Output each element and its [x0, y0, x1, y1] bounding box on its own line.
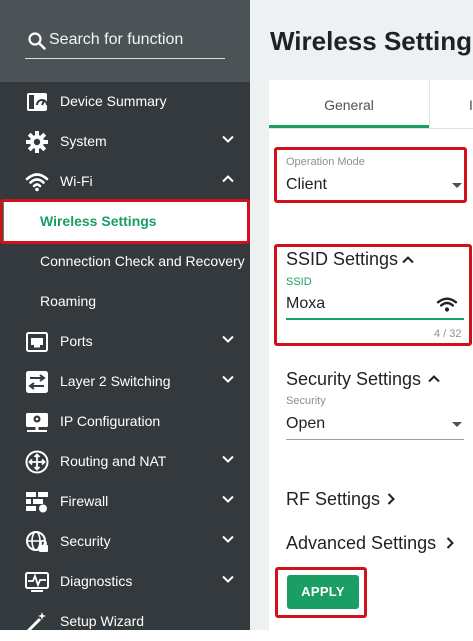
sidebar-item-system[interactable]: System	[0, 121, 250, 161]
sidebar-item-device-summary[interactable]: Device Summary	[0, 81, 250, 121]
main-panel: Wireless Settings General I Operation Mo…	[250, 0, 473, 630]
chevron-up-icon[interactable]	[428, 375, 440, 383]
sidebar-item-label: Wi-Fi	[60, 173, 93, 189]
sidebar-item-label: Layer 2 Switching	[60, 373, 171, 389]
dashboard-icon	[27, 93, 48, 111]
tab-bar: General I	[269, 80, 473, 129]
chevron-down-icon	[222, 575, 234, 583]
chevron-down-icon	[222, 535, 234, 543]
tab-next[interactable]: I	[469, 97, 473, 113]
sidebar-item-label: Routing and NAT	[60, 453, 167, 469]
chevron-down-icon	[222, 135, 234, 143]
highlight-box	[0, 199, 250, 244]
rf-settings-link[interactable]: RF Settings	[286, 489, 380, 510]
sidebar-item-security[interactable]: Security	[0, 521, 250, 561]
sidebar-item-routing-nat[interactable]: Routing and NAT	[0, 441, 250, 481]
switching-icon	[26, 371, 48, 393]
chevron-right-icon[interactable]	[387, 493, 395, 505]
sidebar-item-connection-check[interactable]: Connection Check and Recovery	[0, 241, 250, 281]
sidebar-item-label: IP Configuration	[60, 413, 161, 429]
sidebar-item-label: Firewall	[60, 493, 109, 509]
firewall-icon	[26, 492, 48, 513]
sidebar-item-label: Device Summary	[60, 93, 167, 109]
field-underline	[286, 439, 464, 440]
sidebar-header: Search for function	[0, 0, 250, 82]
sidebar-item-ports[interactable]: Ports	[0, 321, 250, 361]
highlight-box	[274, 244, 472, 346]
security-settings-heading[interactable]: Security Settings	[286, 369, 421, 390]
router-icon	[25, 450, 49, 474]
highlight-box	[274, 147, 467, 203]
wifi-icon	[25, 173, 49, 192]
highlight-box	[275, 567, 367, 618]
tab-general[interactable]: General	[269, 80, 429, 128]
tab-divider	[429, 80, 430, 128]
dropdown-arrow-icon	[452, 422, 462, 427]
diagnostics-icon	[25, 572, 49, 592]
security-label: Security	[286, 395, 326, 407]
chevron-down-icon	[222, 375, 234, 383]
page-title: Wireless Settings	[270, 26, 473, 56]
chevron-right-icon[interactable]	[446, 537, 454, 549]
wizard-icon	[26, 612, 46, 633]
search-input[interactable]: Search for function	[49, 31, 183, 49]
globe-lock-icon	[26, 531, 48, 552]
sidebar-item-label: System	[60, 133, 107, 149]
sidebar-item-label: Security	[60, 533, 111, 549]
sidebar-item-roaming[interactable]: Roaming	[0, 281, 250, 321]
sidebar-item-label: Roaming	[40, 293, 97, 309]
sidebar-item-label: Setup Wizard	[60, 613, 145, 629]
sidebar-item-label: Diagnostics	[60, 573, 133, 589]
sidebar-item-wifi[interactable]: Wi-Fi	[0, 161, 250, 201]
tab-active-indicator	[269, 125, 429, 128]
sidebar-item-label: Ports	[60, 333, 93, 349]
search-icon	[28, 32, 46, 50]
gear-icon	[26, 131, 48, 153]
sidebar-item-firewall[interactable]: Firewall	[0, 481, 250, 521]
security-select[interactable]: Open	[286, 415, 325, 433]
ethernet-port-icon	[26, 332, 48, 352]
chevron-down-icon	[222, 335, 234, 343]
search-box[interactable]: Search for function	[25, 28, 225, 59]
chevron-down-icon	[222, 495, 234, 503]
sidebar-item-setup-wizard[interactable]: Setup Wizard	[0, 601, 250, 641]
chevron-down-icon	[222, 455, 234, 463]
sidebar-item-ip-configuration[interactable]: IP Configuration	[0, 401, 250, 441]
chevron-up-icon	[222, 175, 234, 183]
sidebar-item-label: Connection Check and Recovery	[40, 253, 245, 269]
sidebar: Search for function Device Summary Syste…	[0, 0, 250, 633]
advanced-settings-link[interactable]: Advanced Settings	[286, 533, 436, 554]
tab-label: General	[324, 97, 374, 113]
sidebar-item-diagnostics[interactable]: Diagnostics	[0, 561, 250, 601]
network-monitor-icon	[26, 413, 48, 432]
sidebar-item-layer2[interactable]: Layer 2 Switching	[0, 361, 250, 401]
